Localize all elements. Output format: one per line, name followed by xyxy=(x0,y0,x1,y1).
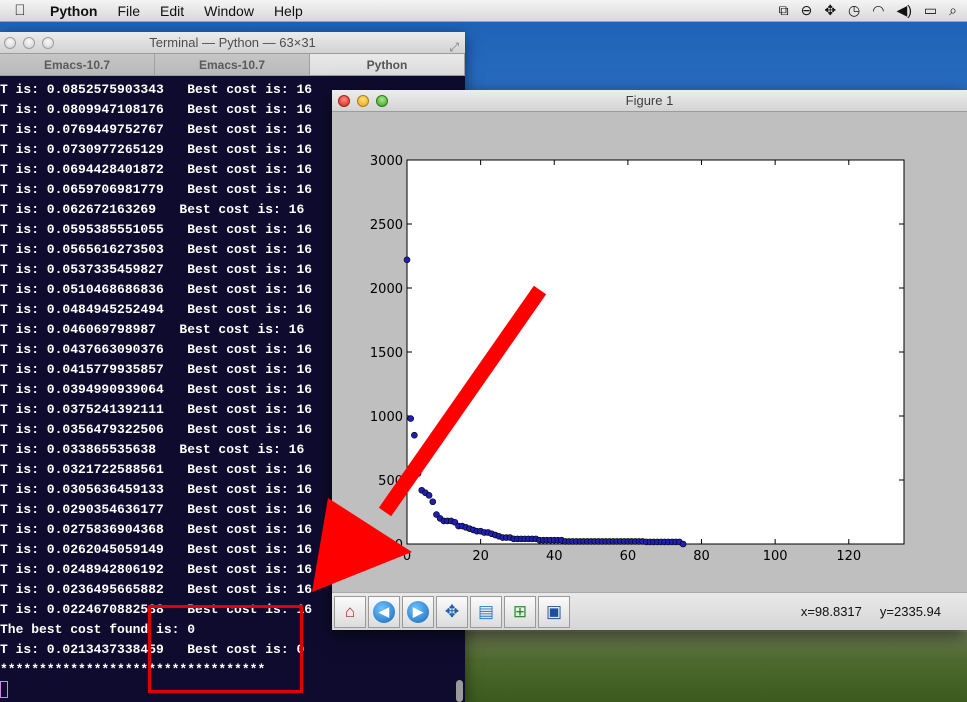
highlight-box xyxy=(148,605,303,693)
coord-y: y=2335.94 xyxy=(879,604,941,619)
zoom-rect-icon: ⊞ xyxy=(512,601,528,621)
minimize-icon[interactable] xyxy=(23,37,35,49)
wifi-icon[interactable]: ◠ xyxy=(872,2,884,19)
cursor-coords: x=98.8317 y=2335.94 xyxy=(801,604,967,619)
x-tick-label: 20 xyxy=(472,549,489,564)
data-point xyxy=(425,492,433,499)
figure-title: Figure 1 xyxy=(625,93,674,108)
x-tick-label: 0 xyxy=(403,549,411,564)
terminal-title: Terminal — Python — 63×31 xyxy=(149,35,316,50)
data-point xyxy=(679,540,687,548)
y-tick-label: 500 xyxy=(378,474,403,489)
y-tick-label: 3000 xyxy=(370,154,403,169)
back-icon: ◀ xyxy=(373,600,395,623)
data-point xyxy=(411,431,418,439)
menu-file[interactable]: File xyxy=(107,3,150,19)
move-icon[interactable]: ✥ xyxy=(824,2,836,19)
y-tick-label: 2000 xyxy=(370,282,403,297)
battery-icon[interactable]: ▭ xyxy=(924,2,937,19)
x-tick-label: 120 xyxy=(836,549,861,564)
home-button[interactable]: ⌂ xyxy=(334,595,366,628)
y-tick-label: 1000 xyxy=(370,410,403,425)
y-tick-label: 2500 xyxy=(370,218,403,233)
home-icon: ⌂ xyxy=(344,601,356,621)
figure-toolbar: ⌂ ◀ ▶ ✥ ▤ ⊞ ▣ x=98.8317 y=2335.94 xyxy=(332,592,967,630)
subplots-icon: ▤ xyxy=(477,601,495,621)
zoom-icon[interactable] xyxy=(376,95,388,107)
save-icon: ▣ xyxy=(545,601,563,621)
screen-share-icon[interactable]: ⧉ xyxy=(779,2,789,19)
figure-titlebar[interactable]: Figure 1 xyxy=(332,90,967,112)
apple-menu-icon[interactable]:  xyxy=(0,2,40,19)
text-cursor xyxy=(0,681,8,699)
tab-emacs-1[interactable]: Emacs-10.7 xyxy=(0,54,155,75)
figure-window[interactable]: Figure 1 0 20 40 60 80 100 120 0 500 1000 1500 2000… xyxy=(332,90,967,630)
y-tick-label: 0 xyxy=(395,538,403,553)
spotlight-icon[interactable]: ⌕ xyxy=(949,2,957,19)
pan-icon: ✥ xyxy=(444,601,460,621)
menu-help[interactable]: Help xyxy=(264,3,313,19)
close-icon[interactable] xyxy=(4,37,16,49)
scatter-plot: 0 20 40 60 80 100 120 0 500 1000 1500 2000 2500 3000 xyxy=(370,154,905,564)
plot-canvas[interactable]: 0 20 40 60 80 100 120 0 500 1000 1500 2000 2500 3000 xyxy=(332,112,967,592)
menu-bar:  Python File Edit Window Help ⧉ ⊖ ✥ ◷ ◠… xyxy=(0,0,967,22)
x-tick-label: 40 xyxy=(546,549,563,564)
sync-icon[interactable]: ⊖ xyxy=(801,2,813,19)
coord-x: x=98.8317 xyxy=(800,604,862,619)
pan-button[interactable]: ✥ xyxy=(436,595,468,628)
close-icon[interactable] xyxy=(338,95,350,107)
terminal-tabs: Emacs-10.7 Emacs-10.7 Python xyxy=(0,54,465,76)
x-tick-label: 80 xyxy=(693,549,710,564)
zoom-icon[interactable] xyxy=(42,37,54,49)
tab-python[interactable]: Python xyxy=(310,54,465,75)
menu-status-area: ⧉ ⊖ ✥ ◷ ◠ ◀) ▭ ⌕ xyxy=(779,2,967,19)
menu-window[interactable]: Window xyxy=(194,3,264,19)
y-tick-label: 1500 xyxy=(370,346,403,361)
forward-button[interactable]: ▶ xyxy=(402,595,434,628)
terminal-scrollbar[interactable] xyxy=(456,680,463,702)
menu-edit[interactable]: Edit xyxy=(150,3,194,19)
forward-icon: ▶ xyxy=(407,600,429,623)
save-button[interactable]: ▣ xyxy=(538,595,570,628)
menu-app-name[interactable]: Python xyxy=(40,3,107,19)
zoom-button[interactable]: ⊞ xyxy=(504,595,536,628)
data-point xyxy=(403,256,411,264)
plot-area xyxy=(406,159,905,545)
data-point xyxy=(429,498,437,506)
subplots-button[interactable]: ▤ xyxy=(470,595,502,628)
minimize-icon[interactable] xyxy=(357,95,369,107)
desktop-hills xyxy=(460,632,967,702)
fullscreen-icon[interactable]: ⤢ xyxy=(449,36,459,58)
back-button[interactable]: ◀ xyxy=(368,595,400,628)
data-point xyxy=(414,470,422,477)
terminal-titlebar[interactable]: Terminal — Python — 63×31 ⤢ xyxy=(0,32,465,54)
x-tick-label: 60 xyxy=(620,549,637,564)
x-tick-label: 100 xyxy=(763,549,788,564)
time-machine-icon[interactable]: ◷ xyxy=(848,2,860,19)
volume-icon[interactable]: ◀) xyxy=(896,2,911,19)
data-point xyxy=(407,415,414,422)
tab-emacs-2[interactable]: Emacs-10.7 xyxy=(155,54,310,75)
